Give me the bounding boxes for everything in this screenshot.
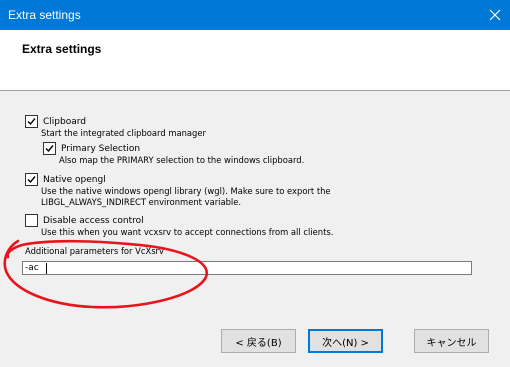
clipboard-option[interactable]: Clipboard bbox=[25, 115, 86, 128]
native-opengl-description-2: LIBGL_ALWAYS_INDIRECT environment variab… bbox=[41, 197, 242, 207]
cancel-button[interactable]: キャンセル bbox=[414, 329, 489, 353]
disable-access-control-description: Use this when you want vcxsrv to accept … bbox=[41, 227, 334, 237]
clipboard-label[interactable]: Clipboard bbox=[43, 117, 86, 127]
close-button[interactable] bbox=[480, 0, 510, 30]
checkmark-icon bbox=[27, 176, 36, 184]
window-title: Extra settings bbox=[8, 8, 81, 22]
additional-params-input[interactable] bbox=[22, 261, 472, 275]
native-opengl-checkbox[interactable] bbox=[25, 173, 38, 186]
back-button[interactable]: < 戻る(B) bbox=[221, 329, 296, 353]
native-opengl-option[interactable]: Native opengl bbox=[25, 173, 106, 186]
checkmark-icon bbox=[27, 118, 36, 126]
additional-params-label: Additional parameters for VcXsrv bbox=[25, 246, 164, 256]
primary-selection-checkbox[interactable] bbox=[43, 142, 56, 155]
disable-access-control-checkbox[interactable] bbox=[25, 214, 38, 227]
clipboard-description: Start the integrated clipboard manager bbox=[41, 128, 206, 138]
disable-access-control-label[interactable]: Disable access control bbox=[43, 216, 144, 226]
clipboard-checkbox[interactable] bbox=[25, 115, 38, 128]
checkmark-icon bbox=[45, 145, 54, 153]
next-button[interactable]: 次へ(N) > bbox=[308, 329, 383, 353]
wizard-header: Extra settings bbox=[0, 30, 510, 91]
primary-selection-label[interactable]: Primary Selection bbox=[61, 144, 140, 154]
title-bar: Extra settings bbox=[0, 0, 510, 30]
primary-selection-description: Also map the PRIMARY selection to the wi… bbox=[59, 155, 305, 165]
text-caret bbox=[46, 263, 47, 274]
page-title: Extra settings bbox=[22, 42, 102, 56]
native-opengl-description-1: Use the native windows opengl library (w… bbox=[41, 186, 331, 196]
primary-selection-option[interactable]: Primary Selection bbox=[43, 142, 140, 155]
native-opengl-label[interactable]: Native opengl bbox=[43, 175, 106, 185]
disable-access-control-option[interactable]: Disable access control bbox=[25, 214, 144, 227]
close-icon bbox=[489, 9, 501, 21]
